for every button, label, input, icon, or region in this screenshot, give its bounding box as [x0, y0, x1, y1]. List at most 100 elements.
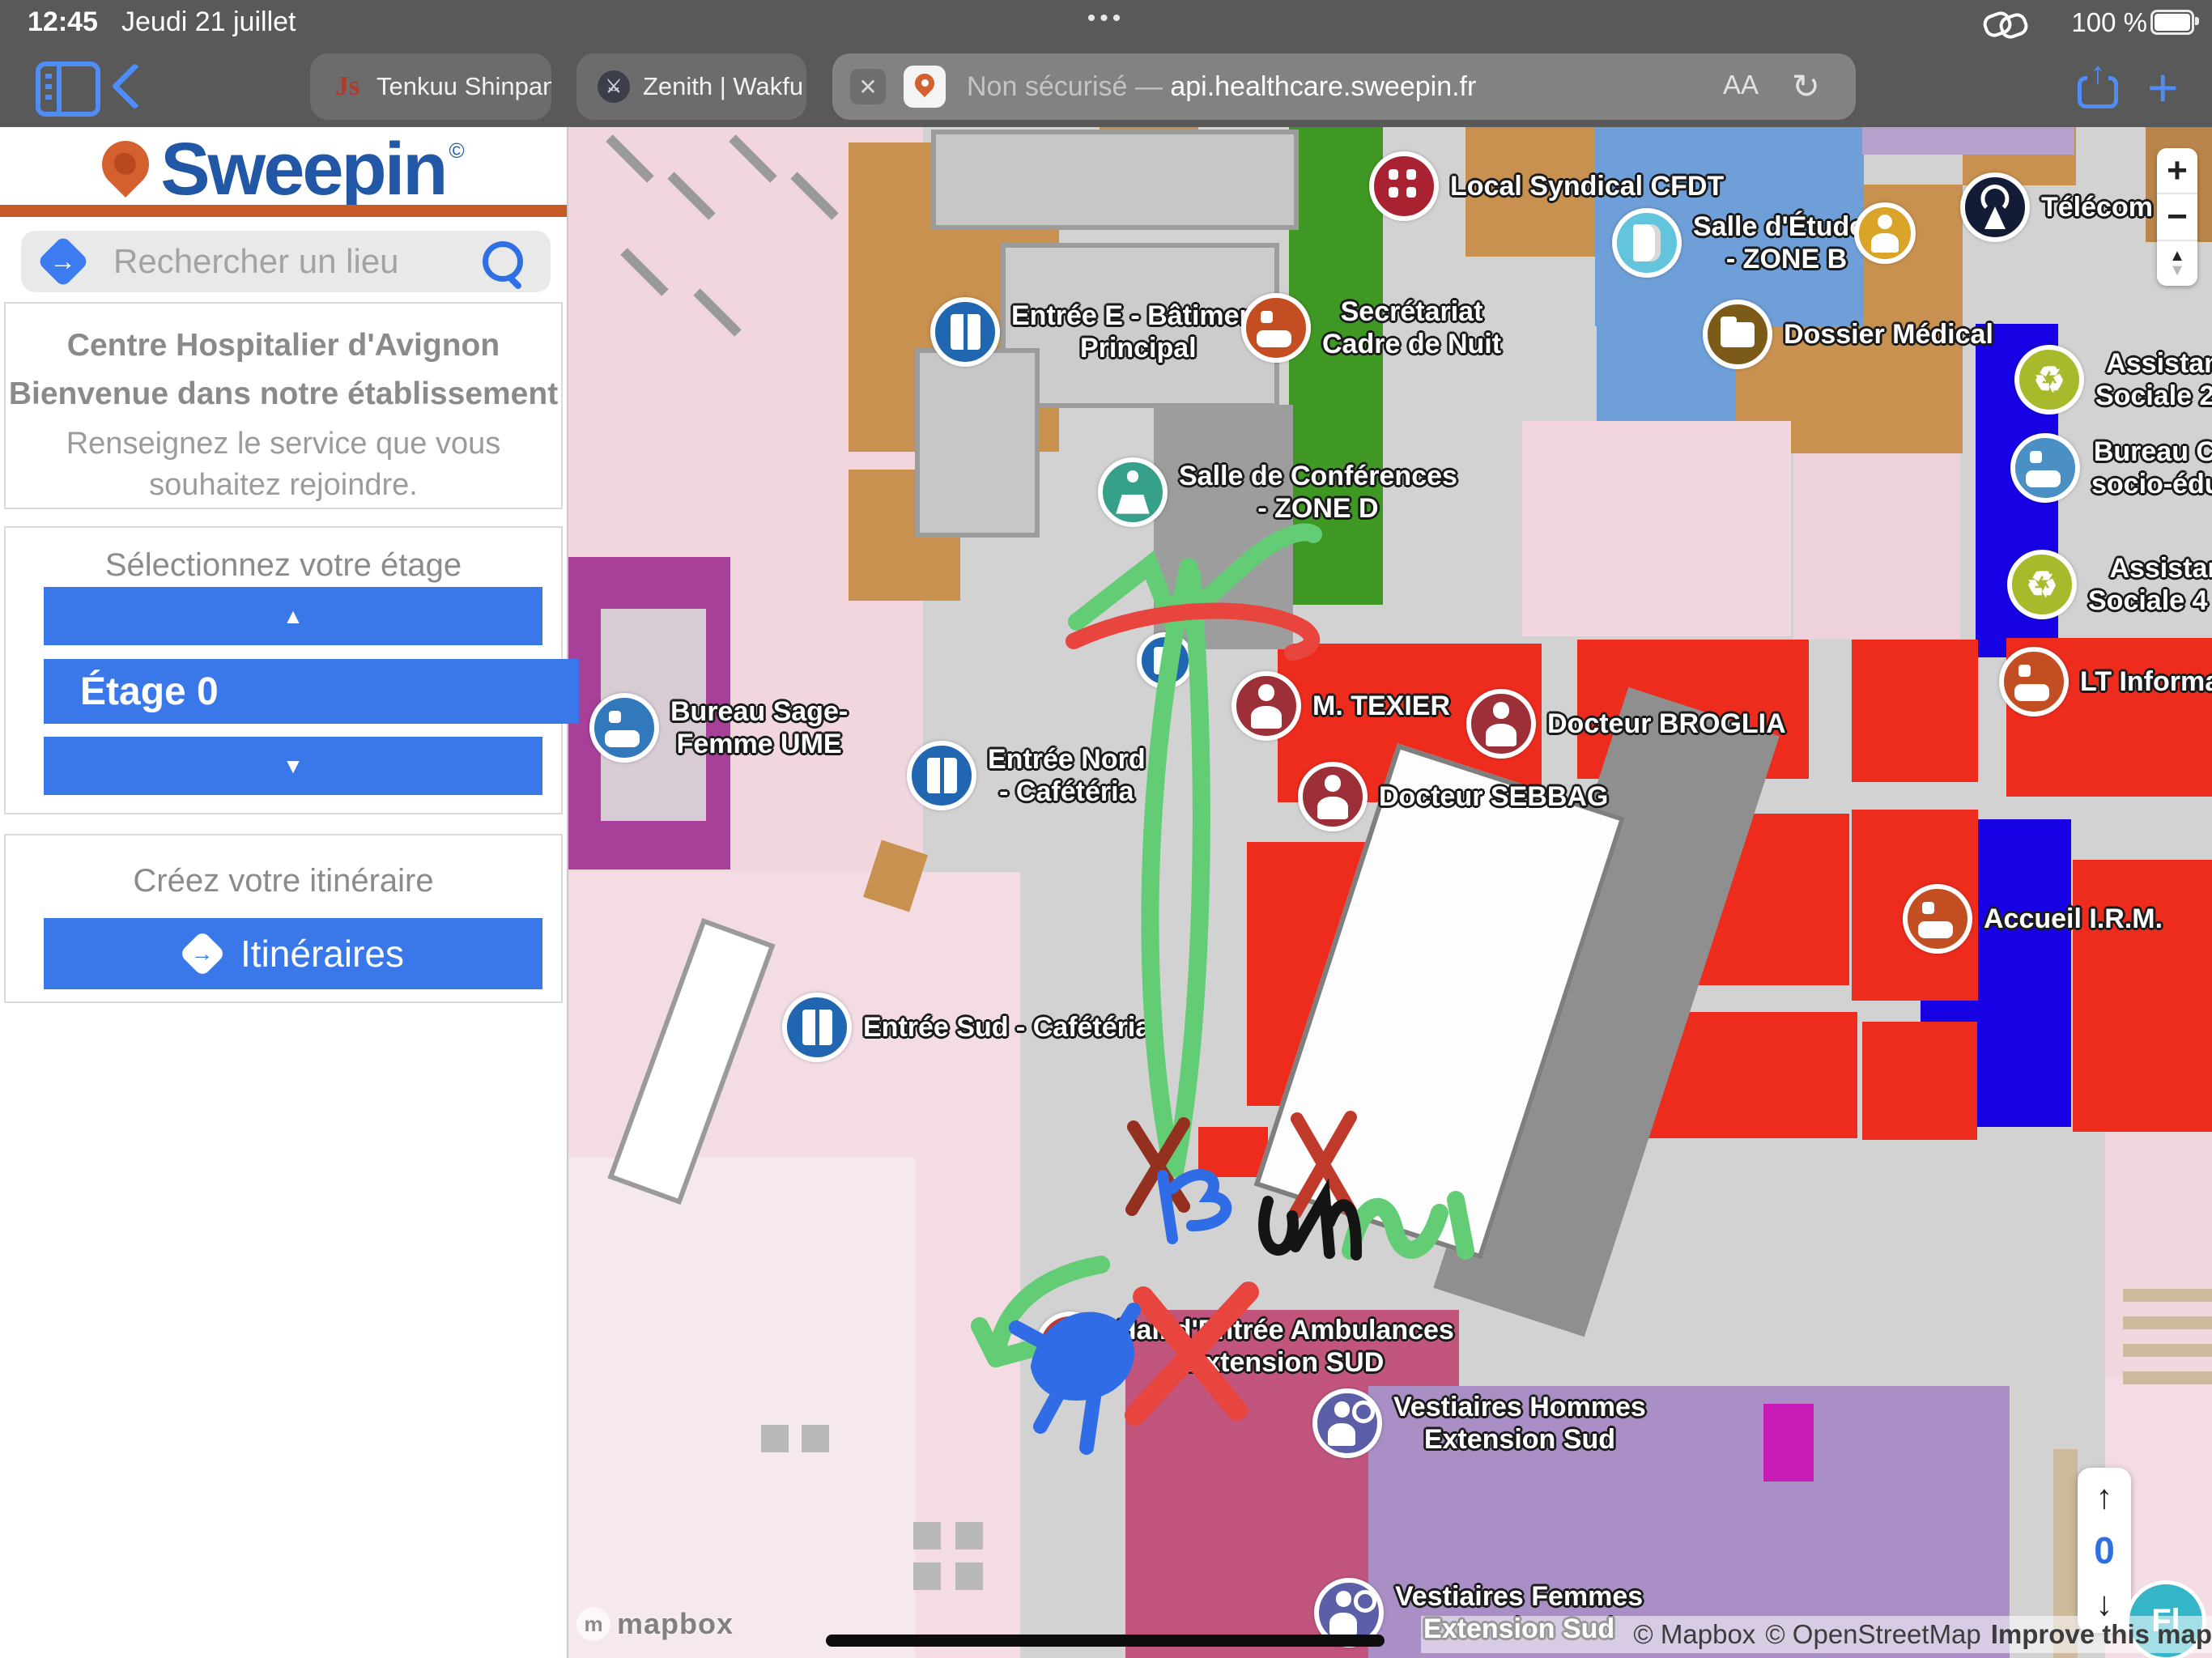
poi-entree-nord-cafeteria[interactable]: Entrée Nord- Cafétéria — [907, 741, 1146, 810]
hotspot-link-icon — [1984, 13, 2027, 34]
lectern-icon — [1098, 457, 1168, 527]
poi-dossier-medical[interactable]: Dossier Médical — [1703, 300, 1993, 369]
poi-label: Docteur SEBBAG — [1379, 780, 1608, 813]
poi-label: Local Syndical CFDT — [1450, 170, 1724, 202]
poi-docteur-broglia[interactable]: Docteur BROGLIA — [1466, 689, 1786, 759]
reload-icon[interactable]: ↻ — [1792, 66, 1820, 106]
url-host: api.healthcare.sweepin.fr — [1170, 71, 1476, 102]
desk-icon — [1999, 647, 2069, 716]
poi-assistante-sociale-2[interactable]: AssistanteSociale 2 - Z — [2014, 345, 2212, 414]
sweepin-sidebar: Sweepin © → Rechercher un lieu Centre Ho… — [0, 127, 568, 1658]
poi-label: Entrée Sud - Cafétéria — [863, 1011, 1151, 1044]
poi-elevator[interactable] — [1137, 632, 1193, 689]
poi-label: Télécom — [2041, 191, 2153, 223]
mapbox-logo[interactable]: m mapbox — [576, 1607, 734, 1641]
welcome-card: Centre Hospitalier d'Avignon Bienvenue d… — [4, 302, 563, 509]
browser-tab-zenith[interactable]: ⚔ Zenith | Wakfu B — [576, 53, 806, 120]
tilt-button[interactable]: ▲▼ — [2157, 241, 2197, 286]
poi-label: Bureau Cadrsocio-éducat — [2091, 436, 2212, 500]
poi-label: Vestiaires HommesExtension Sud — [1393, 1391, 1646, 1456]
poi-label: Salle de Conférences- ZONE D — [1179, 460, 1457, 525]
attr-osm[interactable]: © OpenStreetMap — [1765, 1619, 1980, 1650]
floor-zone — [955, 1562, 983, 1590]
attr-improve-link[interactable]: Improve this map — [1991, 1619, 2212, 1650]
poi-salle-de-conferences-zone-d[interactable]: Salle de Conférences- ZONE D — [1098, 457, 1457, 527]
tab-label: Tenkuu Shinpan — [376, 72, 551, 101]
welcome-line: Bienvenue dans notre établissement — [6, 376, 561, 412]
poi-label: Bureau Sage-Femme UME — [670, 695, 848, 760]
poi-bureau-cadre-socio-educatif[interactable]: Bureau Cadrsocio-éducat — [2010, 433, 2212, 503]
social-icon — [2014, 345, 2084, 414]
reader-aa-button[interactable]: AA — [1723, 70, 1759, 100]
poi-label: Hall d'Entrée AmbulancesExtension SUD — [1117, 1314, 1454, 1379]
poi-bureau-sage-femme-ume[interactable]: Bureau Sage-Femme UME — [589, 693, 848, 763]
tab-favicon-js: Js — [331, 70, 364, 103]
poi-secretariat-cadre-de-nuit[interactable]: SecrétariatCadre de Nuit — [1241, 293, 1501, 363]
zoom-in-button[interactable]: + — [2157, 148, 2197, 194]
floor-zone — [913, 1562, 941, 1590]
floor-zone — [761, 1425, 789, 1452]
share-icon[interactable]: ↑ — [2078, 62, 2118, 108]
floor-zone — [1198, 1127, 1268, 1177]
floor-zone — [913, 1522, 941, 1550]
poi-label: AssistanteSociale 4 - ZO — [2088, 552, 2212, 617]
poi-accueil-irm[interactable]: Accueil I.R.M. — [1903, 884, 2163, 954]
search-input[interactable]: → Rechercher un lieu — [21, 231, 551, 292]
floor-zone — [1862, 127, 2074, 155]
door-icon — [782, 993, 852, 1062]
door-icon — [907, 741, 976, 810]
attr-mapbox[interactable]: © Mapbox — [1633, 1619, 1755, 1650]
sweepin-logo: Sweepin © — [0, 134, 567, 205]
safari-toolbar: Js Tenkuu Shinpan ⚔ Zenith | Wakfu B ✕ N… — [0, 42, 2212, 127]
itineraries-button[interactable]: → Itinéraires — [44, 918, 542, 989]
poi-entree-e-batiment-principal[interactable]: Entrée E - BâtimentPrincipal — [930, 297, 1266, 367]
desk-icon — [2010, 433, 2080, 503]
poi-label: AssistanteSociale 2 - Z — [2095, 347, 2212, 412]
poi-staff-unlabeled[interactable] — [1854, 202, 1916, 264]
poi-assistante-sociale-4[interactable]: AssistanteSociale 4 - ZO — [2007, 550, 2212, 619]
poi-docteur-sebbag[interactable]: Docteur SEBBAG — [1298, 762, 1608, 831]
close-tab-icon[interactable]: ✕ — [850, 69, 886, 104]
current-floor-button[interactable]: Étage 0 — [44, 659, 579, 724]
url-bar[interactable]: ✕ Non sécurisé — api.healthcare.sweepin.… — [832, 53, 1856, 120]
poi-label: M. TEXIER — [1312, 690, 1450, 722]
poi-label: Docteur BROGLIA — [1547, 708, 1786, 740]
map-attribution: © Mapbox © OpenStreetMap Improve this ma… — [1421, 1616, 2212, 1653]
poi-vestiaires-hommes-extension-sud[interactable]: Vestiaires HommesExtension Sud — [1312, 1388, 1646, 1458]
floor-up-button[interactable]: ▲ — [44, 587, 542, 645]
floor-selector-title: Sélectionnez votre étage — [6, 547, 561, 584]
poi-m-texier[interactable]: M. TEXIER — [1231, 671, 1450, 741]
floor-zone — [1154, 405, 1293, 649]
floor-zone — [2123, 1344, 2212, 1357]
poi-lt-informatique[interactable]: LT Informatiq — [1999, 647, 2212, 716]
tab-sidebar-toggle-icon[interactable] — [36, 62, 100, 117]
multitask-dots[interactable]: ••• — [1087, 5, 1125, 32]
browser-tab-tenkuu[interactable]: Js Tenkuu Shinpan — [310, 53, 551, 120]
search-icon[interactable] — [483, 241, 523, 282]
door-icon — [1137, 632, 1193, 689]
poi-telecom[interactable]: Télécom — [1960, 172, 2153, 242]
poi-hall-entree-ambulances[interactable]: Hall d'Entrée AmbulancesExtension SUD — [1036, 1312, 1454, 1381]
poi-label: Entrée E - BâtimentPrincipal — [1011, 300, 1266, 364]
home-indicator[interactable] — [826, 1635, 1385, 1647]
new-tab-icon[interactable]: + — [2147, 57, 2179, 118]
floor-zone — [915, 348, 1040, 538]
map-floor-control: ↑ 0 ↓ — [2078, 1468, 2131, 1633]
folder-icon — [1703, 300, 1772, 369]
zoom-out-button[interactable]: − — [2157, 194, 2197, 240]
security-label: Non sécurisé — — [967, 71, 1170, 102]
back-icon[interactable] — [112, 63, 159, 110]
book-icon — [1612, 208, 1682, 278]
poi-label: LT Informatiq — [2080, 665, 2212, 698]
url-text: Non sécurisé — api.healthcare.sweepin.fr — [967, 71, 1476, 103]
floor-zone — [1763, 1404, 1814, 1482]
floor-up-arrow[interactable]: ↑ — [2096, 1477, 2113, 1516]
poi-entree-sud-cafeteria[interactable]: Entrée Sud - Cafétéria — [782, 993, 1151, 1062]
route-title: Créez votre itinéraire — [6, 863, 561, 899]
poi-salle-etudes-zone-b[interactable]: Salle d'Études- ZONE B — [1612, 208, 1880, 278]
darkred-x-ink — [1132, 1124, 1184, 1209]
indoor-map[interactable]: Local Syndical CFDT Salle d'Études- ZONE … — [567, 127, 2212, 1658]
floor-zone — [1862, 1022, 1977, 1140]
floor-down-button[interactable]: ▼ — [44, 737, 542, 795]
search-placeholder: Rechercher un lieu — [113, 242, 483, 281]
